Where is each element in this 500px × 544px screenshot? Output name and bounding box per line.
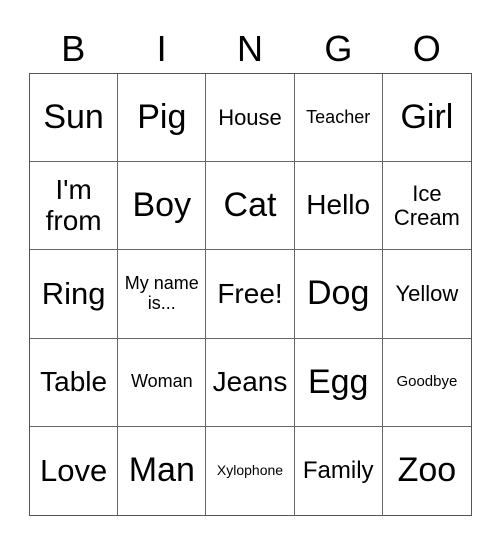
- bingo-grid: Sun Pig House Teacher Girl I'm from Boy …: [29, 73, 472, 516]
- header-letter-i: I: [156, 28, 167, 69]
- header-letter-n: N: [236, 28, 263, 69]
- bingo-cell[interactable]: My name is...: [118, 250, 207, 339]
- free-space-cell[interactable]: Free!: [206, 250, 295, 339]
- bingo-cell[interactable]: Dog: [294, 250, 383, 339]
- header-letter-o: O: [412, 28, 441, 69]
- bingo-cell[interactable]: I'm from: [30, 162, 119, 251]
- bingo-cell[interactable]: Ice Cream: [382, 162, 471, 251]
- bingo-cell[interactable]: House: [206, 74, 295, 163]
- bingo-cell[interactable]: Goodbye: [382, 339, 471, 427]
- bingo-cell[interactable]: Man: [118, 426, 207, 515]
- bingo-cell[interactable]: Sun: [30, 74, 119, 163]
- header-letter-g: G: [324, 28, 353, 69]
- bingo-cell[interactable]: Teacher: [294, 74, 383, 163]
- bingo-cell[interactable]: Love: [30, 426, 119, 515]
- bingo-cell[interactable]: Family: [295, 426, 383, 515]
- bingo-cell[interactable]: Cat: [206, 162, 295, 251]
- bingo-cell[interactable]: Boy: [118, 162, 207, 251]
- bingo-cell[interactable]: Woman: [118, 338, 207, 427]
- bingo-cell[interactable]: Pig: [118, 74, 207, 163]
- bingo-cell[interactable]: Zoo: [383, 427, 471, 515]
- bingo-cell[interactable]: Ring: [30, 250, 119, 339]
- bingo-cell[interactable]: Egg: [294, 338, 383, 427]
- bingo-cell[interactable]: Xylophone: [206, 426, 295, 515]
- bingo-cell[interactable]: Yellow: [382, 250, 471, 339]
- bingo-cell[interactable]: Girl: [382, 74, 471, 163]
- bingo-cell[interactable]: Table: [30, 338, 119, 427]
- bingo-header: B I N G O: [29, 26, 471, 72]
- bingo-cell[interactable]: Jeans: [206, 338, 295, 427]
- header-letter-b: B: [61, 28, 86, 69]
- bingo-cell[interactable]: Hello: [294, 162, 383, 251]
